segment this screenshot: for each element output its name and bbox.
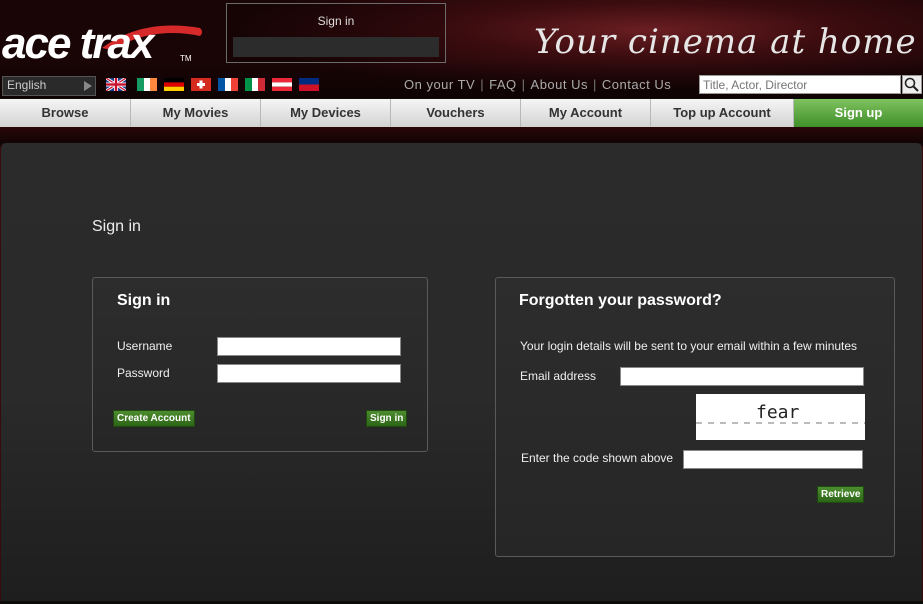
france-flag-icon[interactable] xyxy=(218,78,238,91)
dropdown-arrow-icon xyxy=(84,81,92,91)
link-separator: | xyxy=(521,77,526,92)
captcha-code-label: Enter the code shown above xyxy=(521,451,674,465)
nav-sign-up[interactable]: Sign up xyxy=(794,99,923,127)
captcha-text: fear xyxy=(756,402,800,423)
nav-browse[interactable]: Browse xyxy=(0,99,131,127)
password-label: Password xyxy=(117,366,170,380)
username-field[interactable] xyxy=(217,337,401,356)
tagline: Your cinema at home xyxy=(534,22,917,62)
nav-vouchers[interactable]: Vouchers xyxy=(391,99,521,127)
nav-my-account[interactable]: My Account xyxy=(521,99,651,127)
logo-tm: TM xyxy=(180,54,192,63)
link-on-your-tv[interactable]: On your TV xyxy=(404,77,475,92)
email-field[interactable] xyxy=(620,367,864,386)
username-label: Username xyxy=(117,339,173,353)
header-signin-bar[interactable] xyxy=(233,37,439,57)
ireland-flag-icon[interactable] xyxy=(137,78,157,91)
top-links: On your TV | FAQ | About Us | Contact Us xyxy=(404,77,671,92)
link-faq[interactable]: FAQ xyxy=(489,77,517,92)
link-separator: | xyxy=(593,77,597,92)
liechtenstein-flag-icon[interactable] xyxy=(299,78,319,91)
link-separator: | xyxy=(480,77,485,92)
nav-top-up-account[interactable]: Top up Account xyxy=(651,99,794,127)
language-select[interactable]: English xyxy=(2,76,96,96)
germany-flag-icon[interactable] xyxy=(164,78,184,91)
retrieve-button[interactable]: Retrieve xyxy=(817,486,865,503)
link-contact-us[interactable]: Contact Us xyxy=(602,77,671,92)
nav-shadow-band xyxy=(0,127,923,143)
forgot-password-info: Your login details will be sent to your … xyxy=(520,339,858,353)
austria-flag-icon[interactable] xyxy=(272,78,292,91)
main-nav: Browse My Movies My Devices Vouchers My … xyxy=(0,99,923,127)
page-title: Sign in xyxy=(92,218,141,235)
email-label: Email address xyxy=(520,369,597,383)
logo-text: ace trax xyxy=(2,19,154,68)
search-button[interactable] xyxy=(902,75,922,94)
language-selected: English xyxy=(7,78,47,92)
uk-flag-icon[interactable] xyxy=(106,78,126,91)
nav-my-movies[interactable]: My Movies xyxy=(131,99,261,127)
link-about-us[interactable]: About Us xyxy=(531,77,588,92)
signin-heading: Sign in xyxy=(117,292,171,309)
acetrax-logo[interactable]: ace trax TM xyxy=(2,18,202,68)
search-input[interactable] xyxy=(699,75,901,94)
switzerland-flag-icon[interactable] xyxy=(191,78,211,91)
captcha-image: fear xyxy=(696,394,865,440)
nav-my-devices[interactable]: My Devices xyxy=(261,99,391,127)
header-signin-box[interactable]: Sign in xyxy=(226,3,446,63)
search-icon xyxy=(904,77,919,92)
forgot-password-heading: Forgotten your password? xyxy=(519,292,722,309)
italy-flag-icon[interactable] xyxy=(245,78,265,91)
header-signin-title: Sign in xyxy=(317,14,355,28)
password-field[interactable] xyxy=(217,364,401,383)
signin-button[interactable]: Sign in xyxy=(366,410,408,427)
captcha-code-field[interactable] xyxy=(683,450,863,469)
create-account-button[interactable]: Create Account xyxy=(113,410,195,427)
